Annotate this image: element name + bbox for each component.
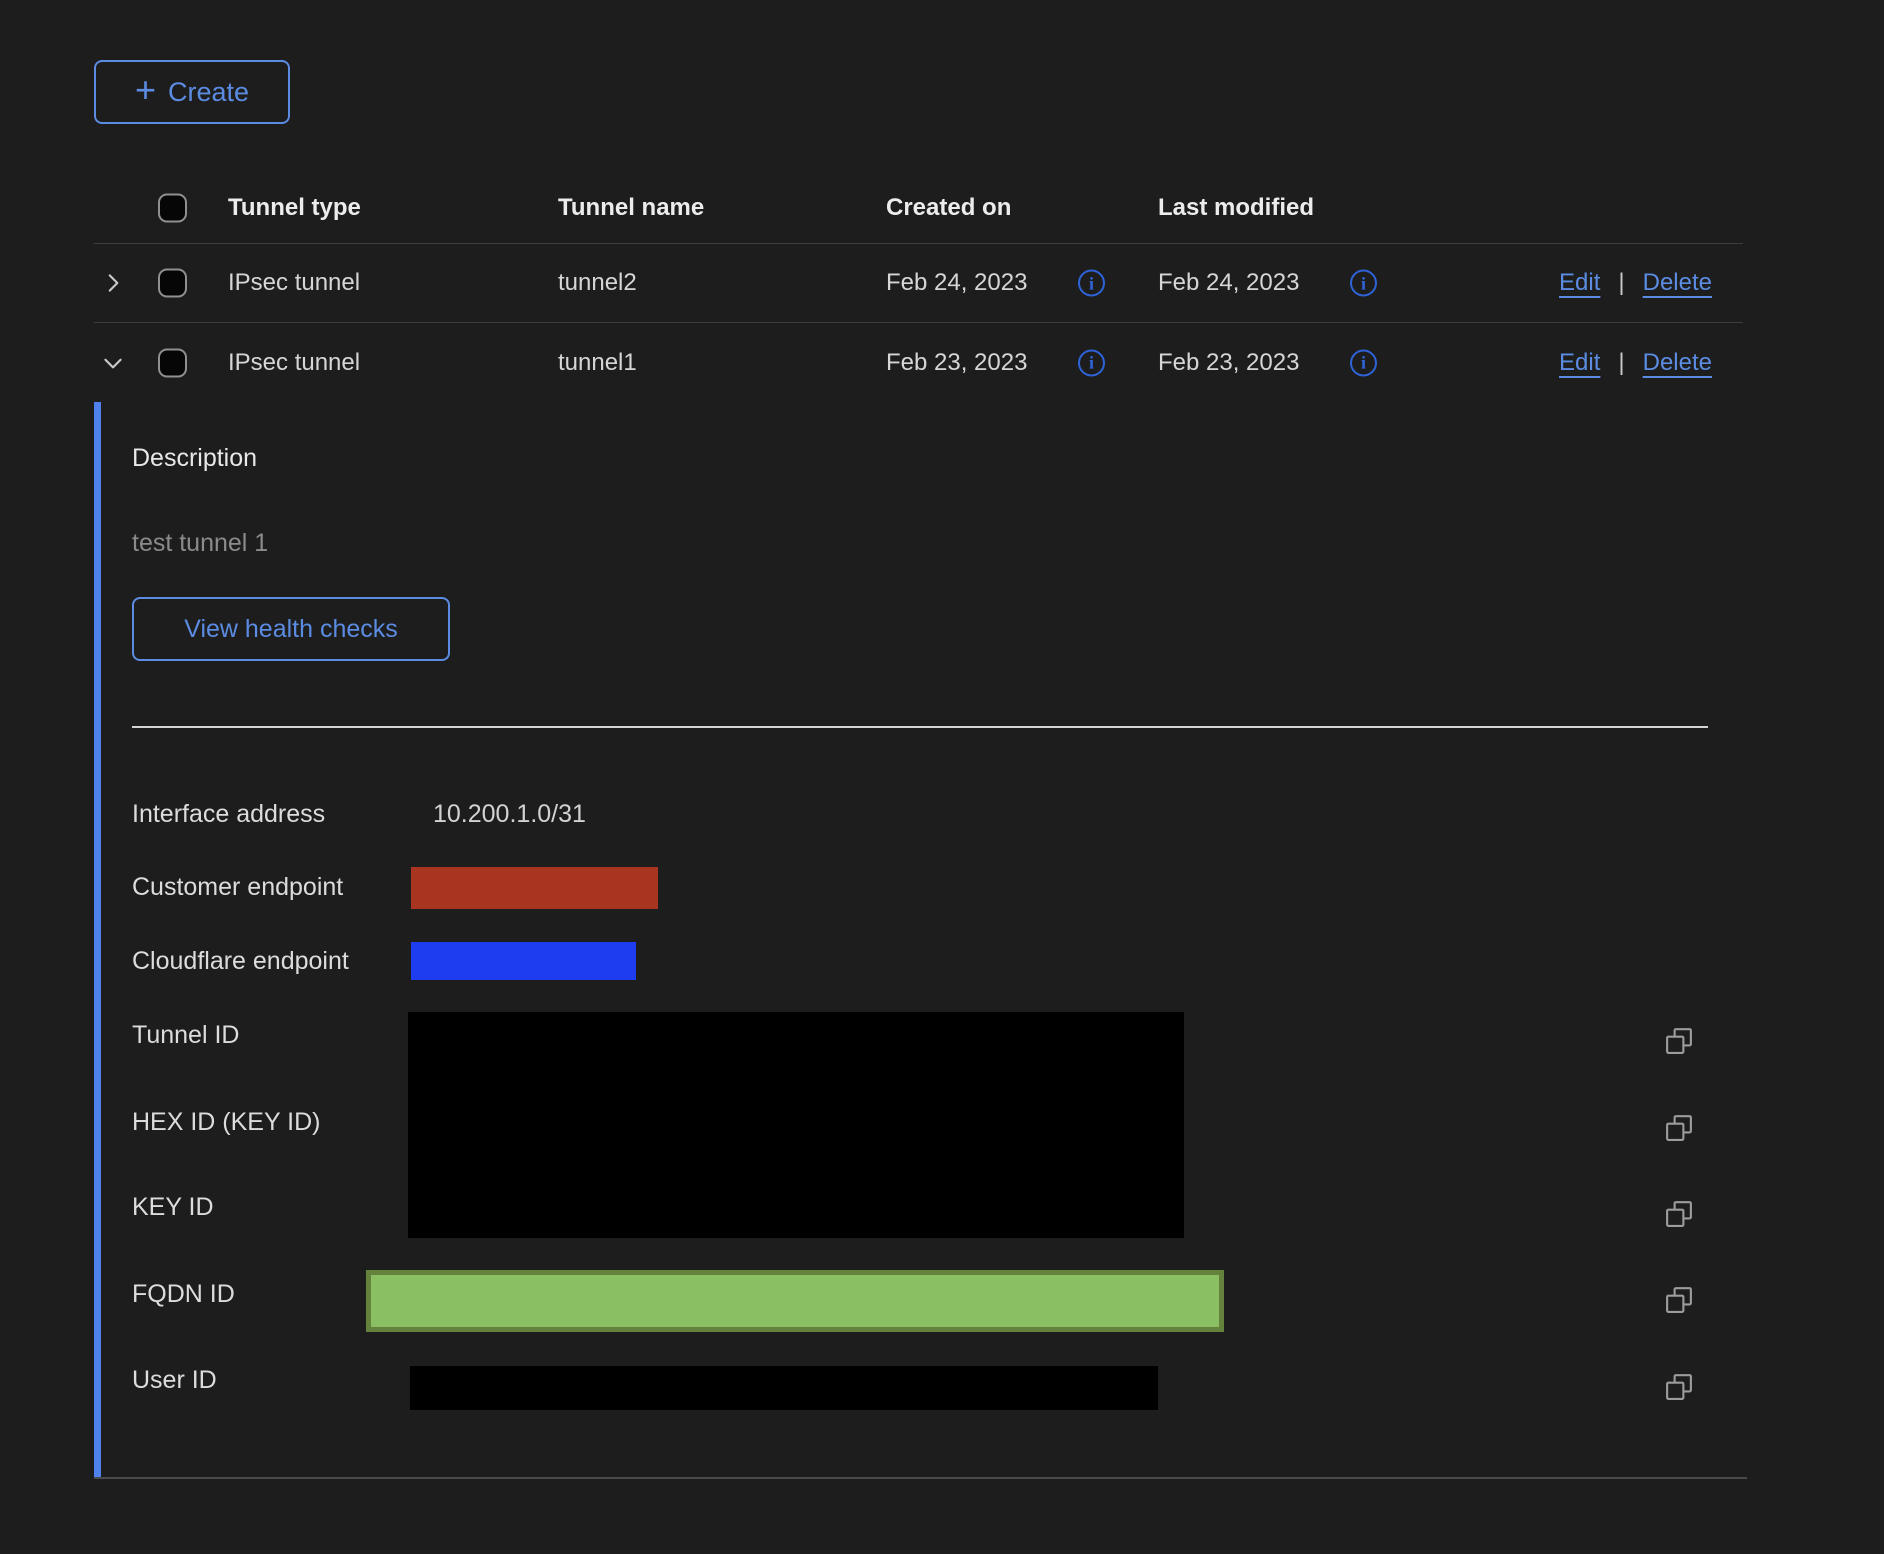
column-header-tunnel-type: Tunnel type: [228, 194, 361, 222]
copy-icon: [1664, 1372, 1694, 1402]
info-icon[interactable]: i: [1350, 270, 1377, 297]
actions-separator: |: [1618, 349, 1624, 377]
fqdn-id-redacted-value: [366, 1270, 1224, 1332]
user-id-label: User ID: [132, 1366, 217, 1395]
user-id-redacted-value: [410, 1366, 1158, 1410]
copy-icon: [1664, 1199, 1694, 1229]
chevron-down-icon: [100, 350, 126, 376]
tunnel-name-cell: tunnel1: [558, 349, 637, 377]
expand-row-button[interactable]: [96, 266, 130, 300]
tunnel-id-label: Tunnel ID: [132, 1021, 239, 1050]
hex-id-label: HEX ID (KEY ID): [132, 1108, 320, 1137]
info-icon[interactable]: i: [1078, 349, 1105, 376]
cloudflare-endpoint-label: Cloudflare endpoint: [132, 947, 349, 976]
key-id-label: KEY ID: [132, 1193, 214, 1222]
expanded-row-indicator: [94, 402, 101, 1478]
last-modified-cell: Feb 24, 2023: [1158, 269, 1299, 297]
actions-separator: |: [1618, 269, 1624, 297]
create-button[interactable]: + Create: [94, 60, 290, 124]
row-actions: Edit | Delete: [1559, 269, 1712, 297]
created-on-cell: Feb 24, 2023: [886, 269, 1027, 297]
row-actions: Edit | Delete: [1559, 349, 1712, 377]
collapse-row-button[interactable]: [96, 346, 130, 380]
copy-fqdn-id-button[interactable]: [1662, 1283, 1696, 1317]
table-row: IPsec tunnel tunnel2 Feb 24, 2023 i Feb …: [94, 244, 1743, 323]
info-icon[interactable]: i: [1078, 270, 1105, 297]
interface-address-value: 10.200.1.0/31: [433, 800, 586, 829]
description-value: test tunnel 1: [132, 529, 268, 558]
plus-icon: +: [135, 72, 156, 108]
table-header: Tunnel type Tunnel name Created on Last …: [94, 172, 1743, 244]
copy-key-id-button[interactable]: [1662, 1197, 1696, 1231]
column-header-created-on: Created on: [886, 194, 1011, 222]
customer-endpoint-label: Customer endpoint: [132, 873, 343, 902]
edit-link[interactable]: Edit: [1559, 269, 1600, 297]
description-label: Description: [132, 444, 257, 473]
interface-address-label: Interface address: [132, 800, 325, 829]
edit-link[interactable]: Edit: [1559, 349, 1600, 377]
create-button-label: Create: [168, 77, 249, 108]
tunnel-name-cell: tunnel2: [558, 269, 637, 297]
created-on-cell: Feb 23, 2023: [886, 349, 1027, 377]
column-header-last-modified: Last modified: [1158, 194, 1314, 222]
table-row: IPsec tunnel tunnel1 Feb 23, 2023 i Feb …: [94, 323, 1743, 402]
chevron-right-icon: [100, 270, 126, 296]
copy-icon: [1664, 1285, 1694, 1315]
expanded-panel-bottom-border: [94, 1477, 1747, 1479]
copy-icon: [1664, 1026, 1694, 1056]
fqdn-id-label: FQDN ID: [132, 1280, 235, 1309]
cloudflare-endpoint-redacted-value: [411, 942, 636, 980]
tunnel-hex-key-id-redacted-values: [408, 1012, 1184, 1238]
info-icon[interactable]: i: [1350, 349, 1377, 376]
column-header-tunnel-name: Tunnel name: [558, 194, 704, 222]
select-all-checkbox[interactable]: [158, 193, 187, 222]
copy-tunnel-id-button[interactable]: [1662, 1024, 1696, 1058]
copy-icon: [1664, 1113, 1694, 1143]
tunnels-page: + Create Tunnel type Tunnel name Created…: [0, 0, 1884, 1554]
section-divider: [132, 726, 1708, 728]
tunnel-type-cell: IPsec tunnel: [228, 269, 360, 297]
copy-hex-id-button[interactable]: [1662, 1111, 1696, 1145]
row-checkbox[interactable]: [158, 269, 187, 298]
delete-link[interactable]: Delete: [1643, 349, 1712, 377]
tunnel-type-cell: IPsec tunnel: [228, 349, 360, 377]
delete-link[interactable]: Delete: [1643, 269, 1712, 297]
view-health-checks-button[interactable]: View health checks: [132, 597, 450, 661]
last-modified-cell: Feb 23, 2023: [1158, 349, 1299, 377]
customer-endpoint-redacted-value: [411, 867, 658, 909]
row-checkbox[interactable]: [158, 348, 187, 377]
copy-user-id-button[interactable]: [1662, 1370, 1696, 1404]
